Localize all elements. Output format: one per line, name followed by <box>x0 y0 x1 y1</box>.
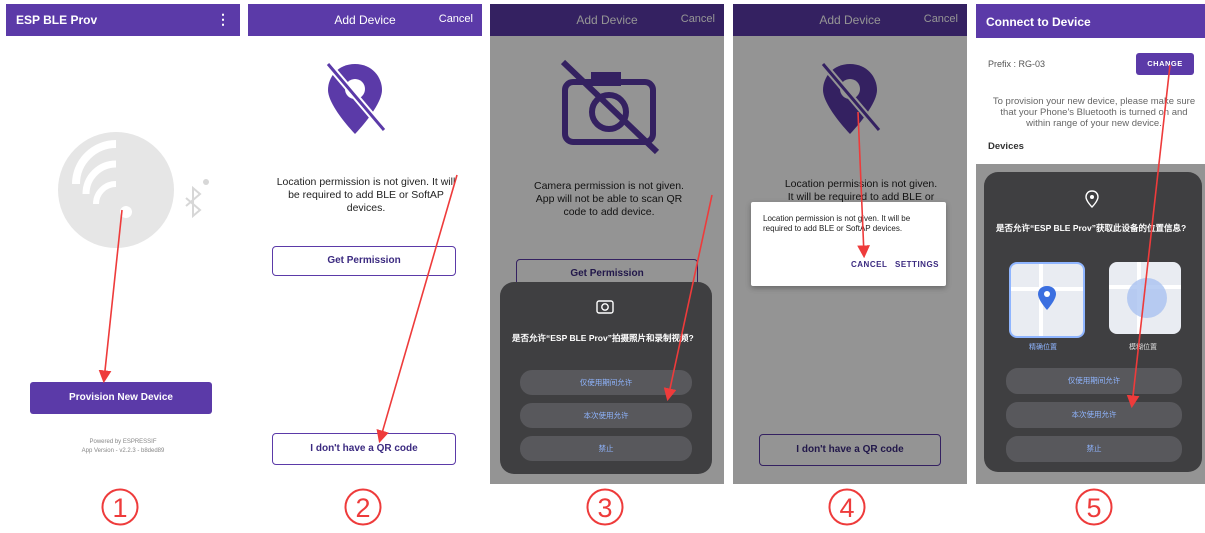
info-text: To provision your new device, please mak… <box>992 96 1196 129</box>
get-permission-button[interactable]: Get Permission <box>272 246 456 276</box>
precise-label: 精确位置 <box>1029 344 1057 351</box>
deny-button[interactable]: 禁止 <box>1006 436 1182 462</box>
step-number-5-text: 5 <box>1086 493 1101 523</box>
precise-location-option[interactable] <box>1009 262 1085 338</box>
step-number-3-text: 3 <box>597 493 612 523</box>
powered-by-text: Powered by ESPRESSIF <box>89 439 157 445</box>
sheet-title: 是否允许“ESP BLE Prov”拍摄照片和录制视频? <box>512 333 694 343</box>
no-qr-code-button[interactable]: I don't have a QR code <box>272 433 456 465</box>
step-number-4-text: 4 <box>839 493 854 523</box>
precise-map-icon <box>1011 264 1083 336</box>
deny-button[interactable]: 禁止 <box>520 436 692 461</box>
devices-heading: Devices <box>988 141 1024 152</box>
app-title: ESP BLE Prov <box>16 13 98 27</box>
location-icon <box>1085 190 1099 208</box>
change-button[interactable]: CHANGE <box>1136 53 1194 75</box>
app-bar: Connect to Device <box>976 4 1205 38</box>
dialog-cancel-button[interactable]: CANCEL <box>851 260 887 269</box>
permission-message: Location permission is not given. It wil… <box>276 176 456 214</box>
app-version-text: App Version - v2.2.3 - b8ded89 <box>81 448 165 454</box>
allow-while-using-button[interactable]: 仅使用期间允许 <box>520 370 692 395</box>
app-bar: Add Device Cancel <box>248 4 482 36</box>
provision-new-device-button[interactable]: Provision New Device <box>30 382 212 414</box>
location-off-icon <box>325 61 387 134</box>
allow-while-using-button[interactable]: 仅使用期间允许 <box>1006 368 1182 394</box>
step-number-3: 3 <box>585 487 625 527</box>
approximate-location-option[interactable] <box>1109 262 1181 334</box>
screen-1: ESP BLE Prov ⋮ Provision New Device Powe… <box>6 4 240 484</box>
step-number-2: 2 <box>343 487 383 527</box>
step-number-5: 5 <box>1074 487 1114 527</box>
approximate-map-icon <box>1109 262 1181 334</box>
screen-5: Connect to Device Prefix : RG-03 CHANGE … <box>976 4 1205 484</box>
camera-icon <box>596 300 614 314</box>
allow-this-time-button[interactable]: 本次使用允许 <box>520 403 692 428</box>
espressif-logo-icon <box>58 132 209 248</box>
dialog-settings-button[interactable]: SETTINGS <box>895 260 939 269</box>
prefix-text: Prefix : RG-03 <box>988 59 1046 69</box>
step-number-1-text: 1 <box>112 493 127 523</box>
dialog-text: Location permission is not given. It wil… <box>763 214 911 233</box>
step-number-4: 4 <box>827 487 867 527</box>
permission-sheet: 是否允许“ESP BLE Prov”拍摄照片和录制视频? 仅使用期间允许 本次使… <box>500 282 712 474</box>
permission-sheet: 是否允许“ESP BLE Prov”获取此设备的位置信息? 精确位置 模糊位置 … <box>984 172 1202 472</box>
sheet-title: 是否允许“ESP BLE Prov”获取此设备的位置信息? <box>996 223 1187 233</box>
cancel-link[interactable]: Cancel <box>439 13 473 25</box>
screen-2: Add Device Cancel Location permission is… <box>248 4 482 484</box>
screen-3: Add Device Cancel Camera permission is n… <box>490 4 724 484</box>
app-bar: ESP BLE Prov ⋮ <box>6 4 240 36</box>
more-vert-icon[interactable]: ⋮ <box>216 11 230 28</box>
step-number-1: 1 <box>100 487 140 527</box>
step-number-2-text: 2 <box>355 493 370 523</box>
screen-title: Connect to Device <box>986 15 1091 29</box>
allow-this-time-button[interactable]: 本次使用允许 <box>1006 402 1182 428</box>
permission-dialog: Location permission is not given. It wil… <box>751 202 946 286</box>
approximate-label: 模糊位置 <box>1129 344 1157 351</box>
screen-4: Add Device Cancel Location permission is… <box>733 4 967 484</box>
